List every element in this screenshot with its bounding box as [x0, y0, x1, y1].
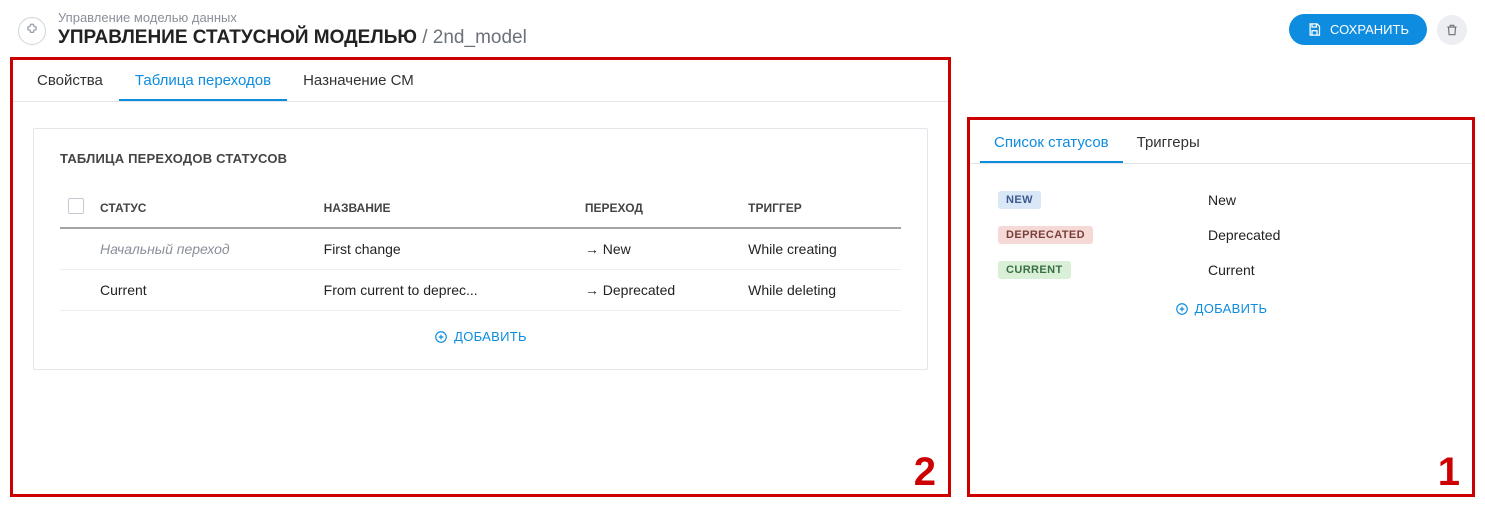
status-label: Current	[1208, 262, 1255, 278]
transitions-table: СТАТУС НАЗВАНИЕ ПЕРЕХОД ТРИГГЕР Начальны…	[60, 188, 901, 311]
transitions-annotated-region: Свойства Таблица переходов Назначение СМ…	[10, 57, 951, 497]
cell-trigger: While deleting	[740, 270, 901, 311]
plus-circle-icon	[434, 330, 448, 344]
cell-name: From current to deprec...	[316, 270, 577, 311]
tab-transitions[interactable]: Таблица переходов	[119, 60, 287, 101]
module-icon	[18, 17, 46, 45]
tab-properties[interactable]: Свойства	[21, 60, 119, 101]
status-badge: NEW	[998, 191, 1041, 209]
list-item[interactable]: DEPRECATED Deprecated	[998, 217, 1444, 252]
annotation-number-right: 1	[1438, 452, 1460, 492]
main-tabs: Свойства Таблица переходов Назначение СМ	[13, 60, 948, 102]
add-status-label: ДОБАВИТЬ	[1195, 301, 1268, 316]
list-item[interactable]: CURRENT Current	[998, 252, 1444, 287]
save-icon	[1307, 22, 1322, 37]
status-label: Deprecated	[1208, 227, 1280, 243]
trash-icon	[1445, 23, 1459, 37]
page-title-sep: /	[417, 27, 433, 48]
statuses-annotated-region: Список статусов Триггеры NEW New DEPRECA…	[967, 117, 1475, 497]
select-all-checkbox[interactable]	[68, 198, 84, 214]
side-tabs: Список статусов Триггеры	[970, 120, 1472, 164]
plus-circle-icon	[1175, 302, 1189, 316]
col-status[interactable]: СТАТУС	[92, 188, 316, 228]
cell-transition: → New	[577, 228, 740, 270]
cell-name: First change	[316, 228, 577, 270]
breadcrumb[interactable]: Управление моделью данных	[58, 10, 1277, 25]
add-transition-label: ДОБАВИТЬ	[454, 329, 527, 344]
col-trigger[interactable]: ТРИГГЕР	[740, 188, 901, 228]
page-title: УПРАВЛЕНИЕ СТАТУСНОЙ МОДЕЛЬЮ / 2nd_model	[58, 27, 1277, 49]
page-header: Управление моделью данных УПРАВЛЕНИЕ СТА…	[0, 0, 1485, 57]
cell-transition: → Deprecated	[577, 270, 740, 311]
list-item[interactable]: NEW New	[998, 182, 1444, 217]
status-label: New	[1208, 192, 1236, 208]
transitions-panel: ТАБЛИЦА ПЕРЕХОДОВ СТАТУСОВ СТАТУС НАЗВАН…	[33, 128, 928, 370]
add-transition-button[interactable]: ДОБАВИТЬ	[434, 329, 527, 344]
tab-triggers[interactable]: Триггеры	[1123, 124, 1214, 163]
cell-trigger: While creating	[740, 228, 901, 270]
cell-status: Начальный переход	[92, 228, 316, 270]
annotation-number-left: 2	[914, 452, 936, 492]
status-list: NEW New DEPRECATED Deprecated CURRENT Cu…	[970, 164, 1472, 337]
col-name[interactable]: НАЗВАНИЕ	[316, 188, 577, 228]
delete-button[interactable]	[1437, 15, 1467, 45]
add-status-button[interactable]: ДОБАВИТЬ	[1175, 301, 1268, 316]
cell-status: Current	[92, 270, 316, 311]
page-title-sub: 2nd_model	[433, 27, 527, 48]
status-badge: CURRENT	[998, 261, 1071, 279]
save-button[interactable]: СОХРАНИТЬ	[1289, 14, 1427, 45]
tab-status-list[interactable]: Список статусов	[980, 124, 1123, 163]
table-row[interactable]: Current From current to deprec... → Depr…	[60, 270, 901, 311]
transitions-panel-title: ТАБЛИЦА ПЕРЕХОДОВ СТАТУСОВ	[60, 151, 901, 166]
col-transition[interactable]: ПЕРЕХОД	[577, 188, 740, 228]
status-badge: DEPRECATED	[998, 226, 1093, 244]
table-row[interactable]: Начальный переход First change → New Whi…	[60, 228, 901, 270]
save-button-label: СОХРАНИТЬ	[1330, 22, 1409, 37]
page-title-main: УПРАВЛЕНИЕ СТАТУСНОЙ МОДЕЛЬЮ	[58, 27, 417, 48]
tab-assignment[interactable]: Назначение СМ	[287, 60, 430, 101]
